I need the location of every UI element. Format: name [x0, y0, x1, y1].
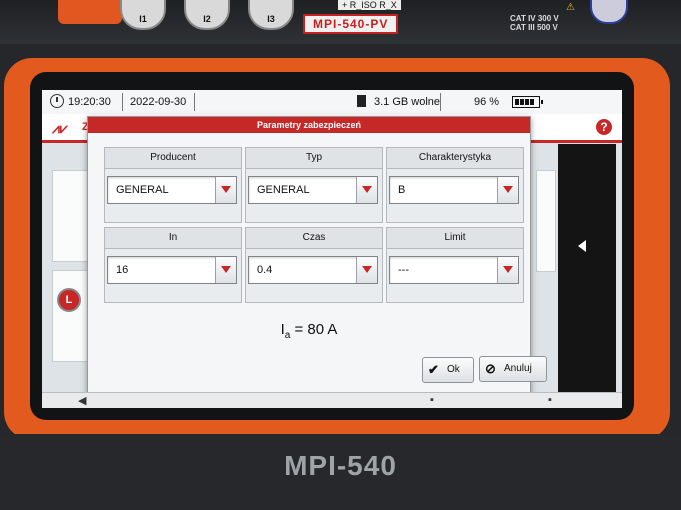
ok-label: Ok [447, 364, 460, 375]
warning-icon: ⚠ [566, 2, 575, 13]
status-time: 19:20:30 [68, 96, 111, 108]
field-producent: Producent GENERAL [104, 147, 242, 223]
bottom-toolbar: ◀ ▪ ▪ [42, 392, 622, 408]
device-top-panel: I1 I2 I3 + R_ISO R_X MPI-540-PV ⚠ CAT IV… [0, 0, 681, 44]
select-value: 16 [116, 264, 129, 276]
dropdown-arrow-icon[interactable] [215, 177, 236, 203]
connector-n [590, 0, 628, 24]
device-brand: MPI-540 [284, 450, 397, 481]
czas-select[interactable]: 0.4 [248, 256, 378, 284]
status-battery-percent: 96 % [474, 96, 500, 108]
menu-icon[interactable]: ▪ [548, 394, 552, 406]
dropdown-arrow-icon[interactable] [497, 257, 518, 283]
status-storage: 3.1 GB wolne [374, 96, 441, 108]
help-icon[interactable]: ? [596, 119, 612, 135]
status-divider [440, 93, 441, 111]
sd-card-icon [357, 95, 366, 107]
dropdown-arrow-icon[interactable] [356, 177, 377, 203]
checkmark-icon: ✔ [428, 362, 439, 377]
save-icon[interactable]: ▪ [430, 394, 434, 406]
field-label: Czas [246, 228, 382, 249]
limit-select[interactable]: --- [389, 256, 519, 284]
field-label: Producent [105, 148, 241, 169]
waveform-icon[interactable]: ⩘⩗ [52, 120, 68, 137]
back-arrow-icon[interactable]: ◀ [78, 394, 86, 407]
cancel-icon: ⊘ [485, 361, 496, 376]
status-date: 2022-09-30 [130, 96, 187, 108]
field-charakterystyka: Charakterystyka B [386, 147, 524, 223]
riso-label: + R_ISO R_X [338, 0, 401, 10]
cancel-label: Anuluj [504, 363, 532, 374]
screen: 19:20:30 2022-09-30 3.1 GB wolne 96 % ⩘⩗… [42, 90, 622, 408]
dialog-title: Parametry zabezpieczeń [88, 117, 530, 133]
select-value: GENERAL [257, 184, 310, 196]
right-side-panel [558, 144, 616, 402]
field-label: In [105, 228, 241, 249]
result-value: = 80 A [290, 321, 338, 338]
clock-icon [50, 94, 64, 108]
field-limit: Limit --- [386, 227, 524, 303]
status-divider [122, 93, 123, 111]
orange-connector-housing [58, 0, 122, 24]
producent-select[interactable]: GENERAL [107, 176, 237, 204]
background-card [536, 170, 556, 272]
status-bar: 19:20:30 2022-09-30 3.1 GB wolne 96 % [42, 90, 622, 115]
field-label: Typ [246, 148, 382, 169]
dropdown-arrow-icon[interactable] [497, 177, 518, 203]
phase-l-button[interactable]: L [57, 288, 81, 312]
select-value: GENERAL [116, 184, 169, 196]
select-value: --- [398, 264, 409, 276]
device-model-label: MPI-540-PV [303, 14, 399, 34]
collapse-arrow-icon[interactable] [578, 240, 586, 252]
battery-icon [512, 96, 543, 108]
connector-i3: I3 [248, 0, 294, 30]
result-ia: Ia = 80 A [88, 321, 530, 341]
ok-button[interactable]: ✔ Ok [422, 357, 474, 383]
charakterystyka-select[interactable]: B [389, 176, 519, 204]
dropdown-arrow-icon[interactable] [215, 257, 236, 283]
field-in: In 16 [104, 227, 242, 303]
typ-select[interactable]: GENERAL [248, 176, 378, 204]
connector-i1: I1 [120, 0, 166, 30]
field-czas: Czas 0.4 [245, 227, 383, 303]
cancel-button[interactable]: ⊘ Anuluj [479, 356, 547, 382]
dropdown-arrow-icon[interactable] [356, 257, 377, 283]
protection-parameters-dialog: Parametry zabezpieczeń Producent GENERAL… [87, 116, 531, 394]
status-divider [194, 93, 195, 111]
field-label: Charakterystyka [387, 148, 523, 169]
in-select[interactable]: 16 [107, 256, 237, 284]
select-value: 0.4 [257, 264, 273, 276]
cat-rating-label: CAT IV 300 V CAT III 500 V [510, 14, 559, 32]
connector-i2: I2 [184, 0, 230, 30]
field-typ: Typ GENERAL [245, 147, 383, 223]
select-value: B [398, 184, 406, 196]
field-label: Limit [387, 228, 523, 249]
